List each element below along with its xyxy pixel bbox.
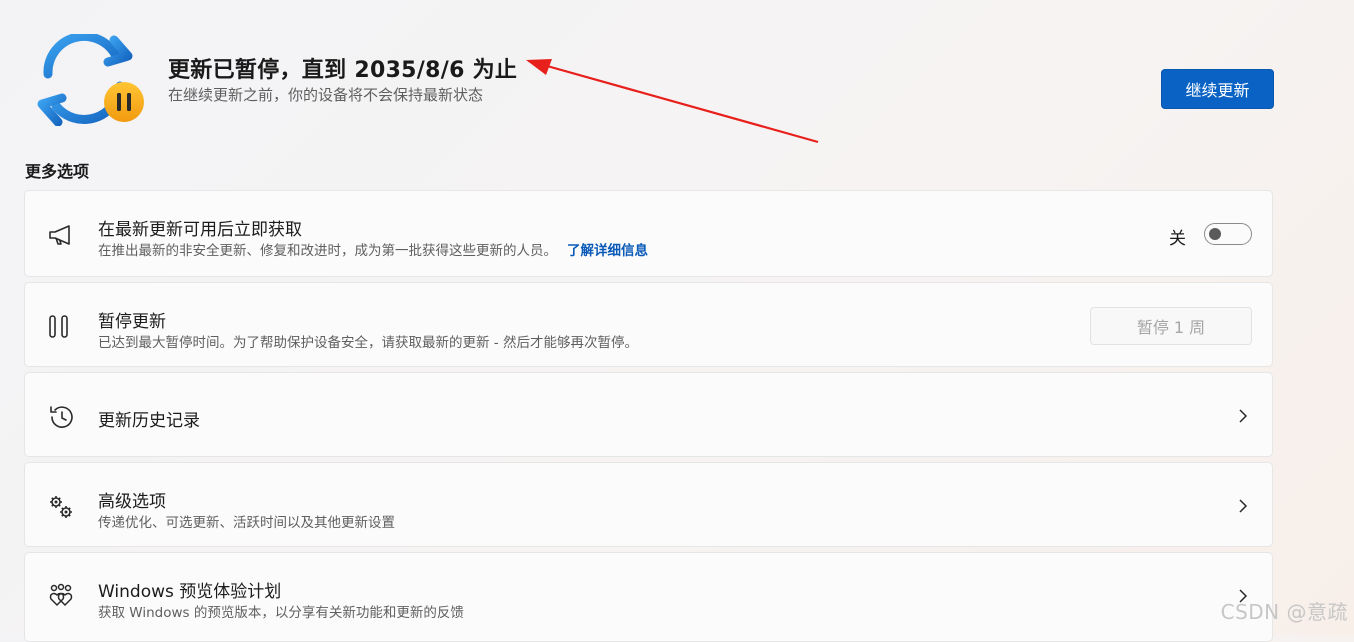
page-title: 更新已暂停，直到 2035/8/6 为止 xyxy=(168,58,518,83)
option-advanced-options[interactable]: 高级选项 传递优化、可选更新、活跃时间以及其他更新设置 xyxy=(24,462,1273,547)
toggle-knob xyxy=(1209,227,1221,240)
option-label: 高级选项 xyxy=(98,492,166,512)
sync-paused-icon xyxy=(37,34,144,126)
option-windows-insider[interactable]: Windows 预览体验计划 获取 Windows 的预览版本，以分享有关新功能… xyxy=(24,552,1273,642)
pause-one-week-button[interactable]: 暂停 1 周 xyxy=(1090,307,1252,345)
option-pause-updates: 暂停更新 已达到最大暂停时间。为了帮助保护设备安全，请获取最新的更新 - 然后才… xyxy=(24,282,1273,367)
option-description: 已达到最大暂停时间。为了帮助保护设备安全，请获取最新的更新 - 然后才能够再次暂… xyxy=(98,335,638,351)
option-description: 在推出最新的非安全更新、修复和改进时，成为第一批获得这些更新的人员。 了解详细信息 xyxy=(98,243,648,259)
option-label: 更新历史记录 xyxy=(98,411,200,431)
option-label: Windows 预览体验计划 xyxy=(98,582,282,602)
option-get-latest-updates: 在最新更新可用后立即获取 在推出最新的非安全更新、修复和改进时，成为第一批获得这… xyxy=(24,190,1273,277)
toggle-state-label: 关 xyxy=(1169,229,1186,249)
watermark: CSDN @意疏 xyxy=(1220,600,1348,624)
gears-icon xyxy=(50,496,72,518)
pause-icon xyxy=(49,315,68,338)
resume-updates-button[interactable]: 继续更新 xyxy=(1161,69,1274,109)
option-update-history[interactable]: 更新历史记录 xyxy=(24,372,1273,457)
option-label: 在最新更新可用后立即获取 xyxy=(98,220,302,240)
megaphone-icon xyxy=(49,225,70,245)
insider-hearts-icon xyxy=(49,583,73,607)
option-description: 获取 Windows 的预览版本，以分享有关新功能和更新的反馈 xyxy=(98,605,464,621)
option-label: 暂停更新 xyxy=(98,312,166,332)
option-description: 传递优化、可选更新、活跃时间以及其他更新设置 xyxy=(98,515,395,531)
chevron-right-icon xyxy=(1239,499,1248,513)
get-latest-updates-toggle[interactable] xyxy=(1204,223,1252,245)
learn-more-link[interactable]: 了解详细信息 xyxy=(567,243,648,259)
history-icon xyxy=(50,406,73,428)
more-options-heading: 更多选项 xyxy=(25,162,90,181)
chevron-right-icon xyxy=(1239,409,1248,423)
page-subtitle: 在继续更新之前，你的设备将不会保持最新状态 xyxy=(168,86,484,104)
